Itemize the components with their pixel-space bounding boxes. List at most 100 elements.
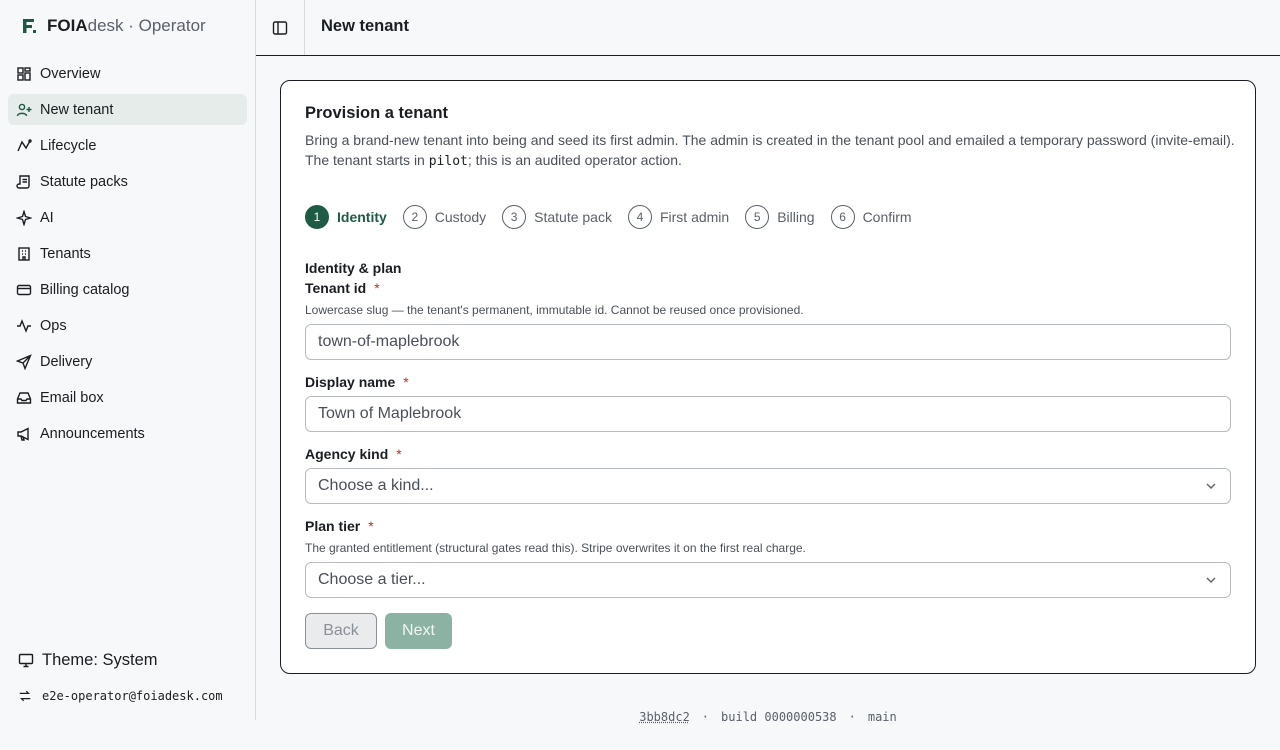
section-title: Identity & plan <box>305 260 402 276</box>
step-label: Statute pack <box>534 209 612 225</box>
megaphone-icon <box>16 426 32 442</box>
building-icon <box>16 246 32 262</box>
sidebar-item-new-tenant[interactable]: New tenant <box>8 94 247 125</box>
sidebar-item-overview[interactable]: Overview <box>8 58 247 89</box>
chevron-down-icon <box>1206 483 1216 489</box>
display-name-input[interactable]: Town of Maplebrook <box>305 396 1231 432</box>
next-button[interactable]: Next <box>385 613 452 649</box>
chevron-down-icon <box>1206 577 1216 583</box>
plan-tier-help: The granted entitlement (structural gate… <box>305 541 806 555</box>
commit-sha[interactable]: 3bb8dc2 <box>639 710 690 724</box>
agency-kind-label: Agency kind * <box>305 446 402 462</box>
tenant-id-label: Tenant id * <box>305 280 380 296</box>
sidebar-item-lifecycle[interactable]: Lifecycle <box>8 130 247 161</box>
monitor-icon <box>18 653 34 668</box>
display-name-label-text: Display name <box>305 374 396 390</box>
step-label: First admin <box>659 209 730 225</box>
sidebar-item-label: Tenants <box>40 245 91 262</box>
sidebar-item-announcements[interactable]: Announcements <box>8 418 247 449</box>
required-mark: * <box>374 280 380 296</box>
sparkle-icon <box>16 209 32 226</box>
plan-tier-label: Plan tier * <box>305 518 374 534</box>
tenant-id-placeholder: town-of-maplebrook <box>318 333 460 350</box>
step-label: Identity <box>337 209 387 225</box>
plan-tier-select[interactable]: Choose a tier... <box>305 562 1231 598</box>
separator: · <box>848 710 856 724</box>
step-first-admin[interactable]: 4 First admin <box>627 205 730 229</box>
step-number: 4 <box>627 205 652 229</box>
sidebar-item-ops[interactable]: Ops <box>8 310 247 341</box>
card-title: Provision a tenant <box>305 104 449 122</box>
step-statute-pack[interactable]: 3 Statute pack <box>502 205 612 229</box>
step-number: 3 <box>502 205 527 229</box>
step-custody[interactable]: 2 Custody <box>402 205 487 229</box>
sidebar-item-label: Lifecycle <box>40 137 97 154</box>
step-number: 5 <box>745 205 770 229</box>
sidebar-item-label: Overview <box>40 65 101 82</box>
sidebar-item-delivery[interactable]: Delivery <box>8 346 247 377</box>
build-number: build 0000000538 <box>721 710 837 724</box>
sidebar-item-label: Email box <box>40 389 104 406</box>
activity-icon <box>16 318 32 334</box>
user-account[interactable]: e2e-operator@foiadesk.com <box>18 686 223 706</box>
user-email: e2e-operator@foiadesk.com <box>42 689 223 703</box>
sidebar-item-label: Delivery <box>40 353 93 370</box>
tenant-id-input[interactable]: town-of-maplebrook <box>305 324 1231 360</box>
sidebar-item-statute-packs[interactable]: Statute packs <box>8 166 247 197</box>
user-switch-icon <box>19 690 31 702</box>
page-title: New tenant <box>321 17 410 35</box>
provision-card: Provision a tenant Bring a brand-new ten… <box>280 80 1256 674</box>
wizard-steps: 1 Identity 2 Custody 3 Statute pack 4 Fi… <box>305 205 928 229</box>
grid-icon <box>16 66 32 82</box>
lifecycle-icon <box>16 138 32 154</box>
sidebar-panel-icon <box>272 20 288 35</box>
step-label: Confirm <box>862 209 912 225</box>
scroll-icon <box>16 174 32 190</box>
step-billing[interactable]: 5 Billing <box>745 205 815 229</box>
required-mark: * <box>368 518 374 534</box>
required-mark: * <box>403 374 409 390</box>
step-number: 2 <box>402 205 427 229</box>
back-button[interactable]: Back <box>305 613 377 649</box>
user-plus-icon <box>16 102 32 118</box>
sidebar-item-tenants[interactable]: Tenants <box>8 238 247 269</box>
credit-card-icon <box>16 282 32 298</box>
branch-name: main <box>867 710 897 724</box>
agency-kind-select[interactable]: Choose a kind... <box>305 468 1231 504</box>
separator: · <box>701 710 710 724</box>
agency-kind-label-text: Agency kind <box>305 446 389 462</box>
step-number: 1 <box>305 205 329 229</box>
step-label: Custody <box>434 209 487 225</box>
send-icon <box>16 353 32 370</box>
sidebar-item-email-box[interactable]: Email box <box>8 382 247 413</box>
brand-logo-icon <box>23 19 36 33</box>
card-description: Bring a brand-new tenant into being and … <box>305 130 1235 172</box>
inbox-icon <box>16 390 32 406</box>
required-mark: * <box>396 446 402 462</box>
brand[interactable]: FOIA desk · Operator <box>20 16 206 36</box>
description-text-end: ; this is an audited operator action. <box>467 152 682 168</box>
plan-tier-label-text: Plan tier <box>305 518 361 534</box>
theme-label: Theme: System <box>42 650 158 669</box>
tenant-id-help: Lowercase slug — the tenant's permanent,… <box>305 303 804 317</box>
display-name-label: Display name * <box>305 374 409 390</box>
sidebar-nav: Overview New tenant Lifecycle Statute pa… <box>8 58 247 454</box>
sidebar-item-label: New tenant <box>40 101 114 118</box>
build-footer: 3bb8dc2 · build 0000000538 · main <box>256 710 1280 724</box>
sidebar-item-label: AI <box>40 209 54 226</box>
step-identity[interactable]: 1 Identity <box>305 205 387 229</box>
step-label: Billing <box>777 209 815 225</box>
sidebar-item-ai[interactable]: AI <box>8 202 247 233</box>
sidebar-item-label: Statute packs <box>40 173 128 190</box>
theme-toggle[interactable]: Theme: System <box>18 648 158 672</box>
sidebar-item-label: Ops <box>40 317 67 334</box>
tenant-id-label-text: Tenant id <box>305 280 367 296</box>
plan-tier-placeholder: Choose a tier... <box>318 571 426 588</box>
sidebar-toggle-button[interactable] <box>256 0 305 55</box>
agency-kind-placeholder: Choose a kind... <box>318 477 434 494</box>
sidebar: FOIA desk · Operator Overview New tenant… <box>0 0 256 720</box>
sidebar-item-billing-catalog[interactable]: Billing catalog <box>8 274 247 305</box>
step-confirm[interactable]: 6 Confirm <box>830 205 912 229</box>
sidebar-item-label: Announcements <box>40 425 145 442</box>
sidebar-item-label: Billing catalog <box>40 281 130 298</box>
